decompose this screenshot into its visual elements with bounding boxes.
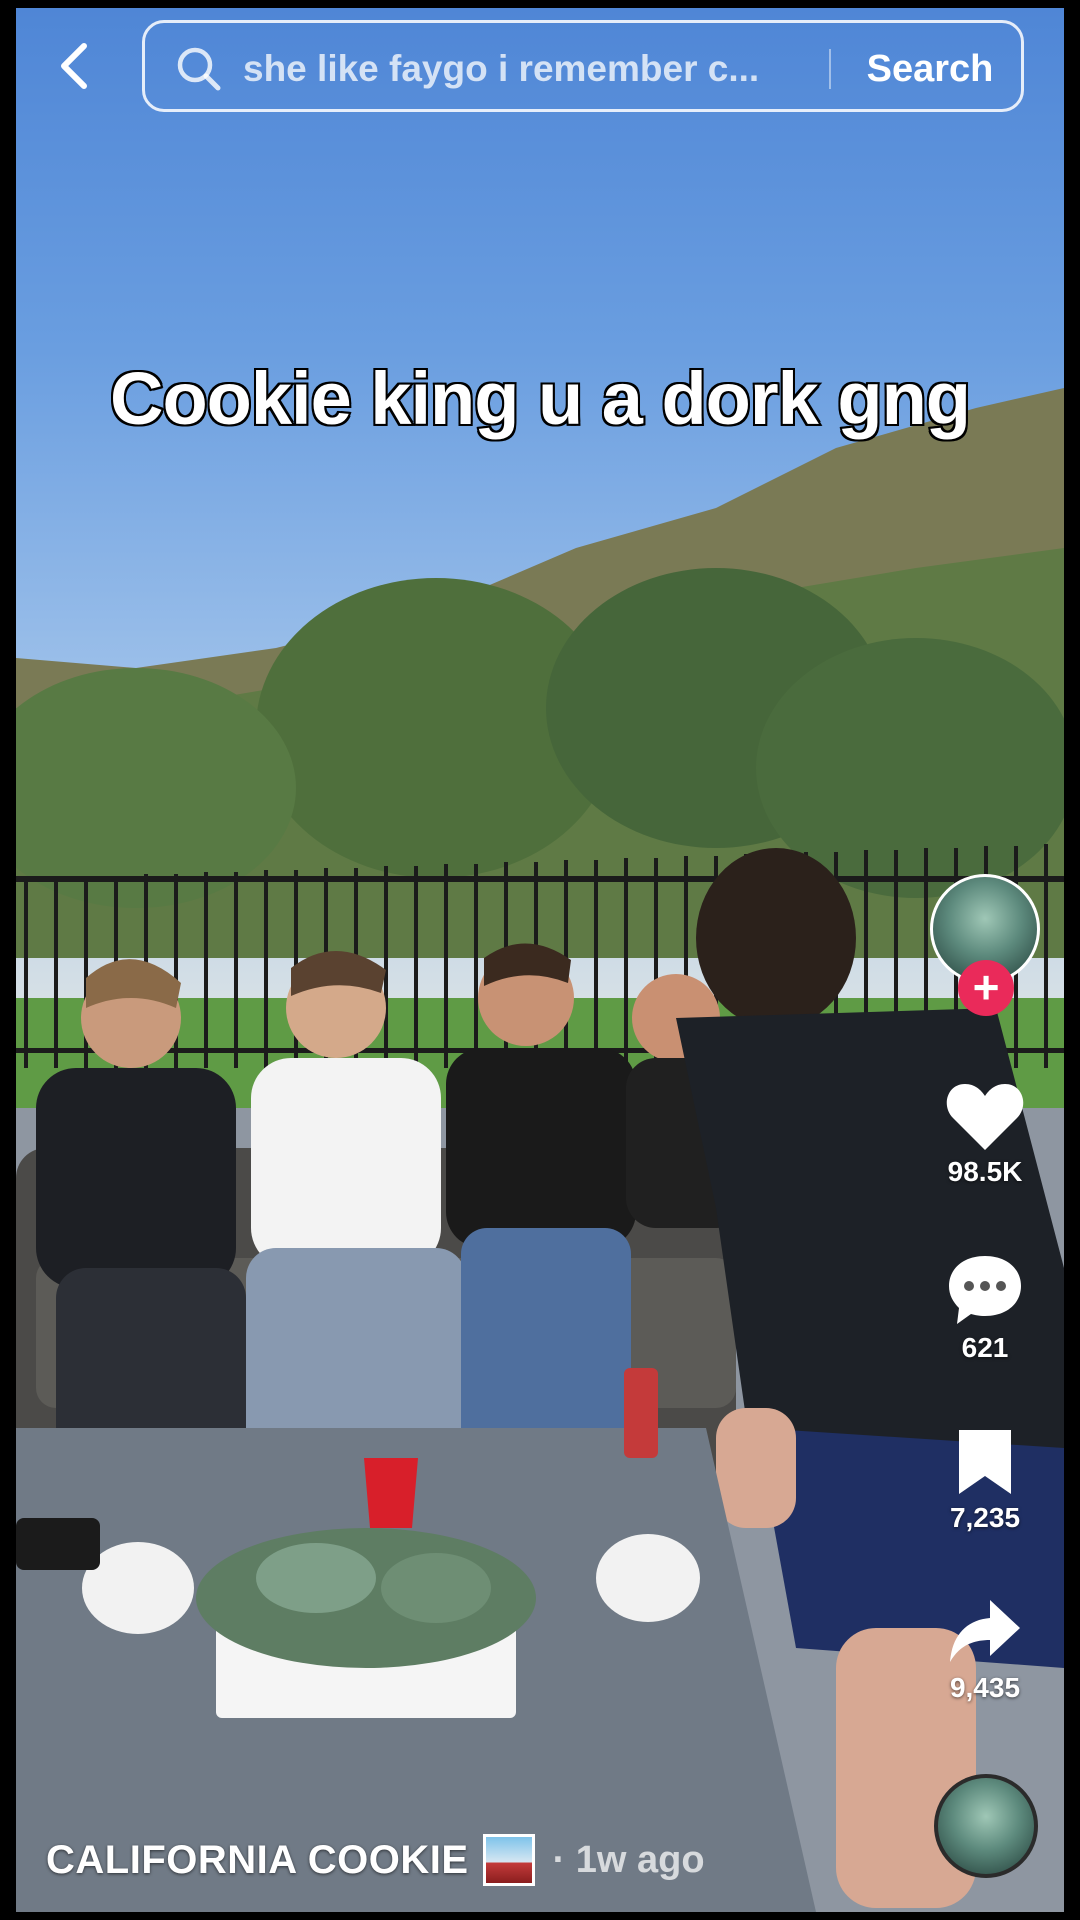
back-button[interactable]: [46, 38, 102, 94]
save-count: 7,235: [949, 1502, 1021, 1533]
post-time: · 1w ago: [552, 1838, 705, 1881]
video-player[interactable]: [16, 8, 1064, 1912]
author-badge-image: [482, 1834, 535, 1886]
follow-button[interactable]: +: [958, 960, 1014, 1016]
search-button[interactable]: Search: [855, 45, 1005, 93]
comment-bubble-icon: [949, 1256, 1021, 1324]
video-scene: [16, 388, 1064, 1912]
search-bar[interactable]: she like faygo i remember c... Search: [142, 20, 1024, 112]
like-count: 98.5K: [947, 1156, 1023, 1187]
author-row: CALIFORNIA COOKIE · 1w ago: [46, 1832, 705, 1888]
save-button[interactable]: 7,235: [930, 1426, 1040, 1534]
search-icon: [177, 47, 221, 91]
share-arrow-icon: [950, 1600, 1020, 1662]
bookmark-icon: [959, 1430, 1011, 1494]
music-disc[interactable]: [934, 1774, 1038, 1878]
author-name[interactable]: CALIFORNIA COOKIE: [46, 1838, 469, 1883]
comment-button[interactable]: 621: [930, 1252, 1040, 1364]
heart-icon: [946, 1084, 1024, 1150]
search-divider: [829, 49, 831, 89]
share-button[interactable]: 9,435: [930, 1596, 1040, 1704]
search-input[interactable]: she like faygo i remember c...: [243, 47, 943, 91]
video-caption: Cookie king u a dork gng: [108, 355, 973, 442]
comment-count: 621: [961, 1332, 1009, 1363]
video-screen: she like faygo i remember c... Search Co…: [0, 0, 1080, 1920]
like-button[interactable]: 98.5K: [930, 1080, 1040, 1188]
chevron-left-icon: [61, 43, 87, 89]
share-count: 9,435: [949, 1672, 1021, 1703]
